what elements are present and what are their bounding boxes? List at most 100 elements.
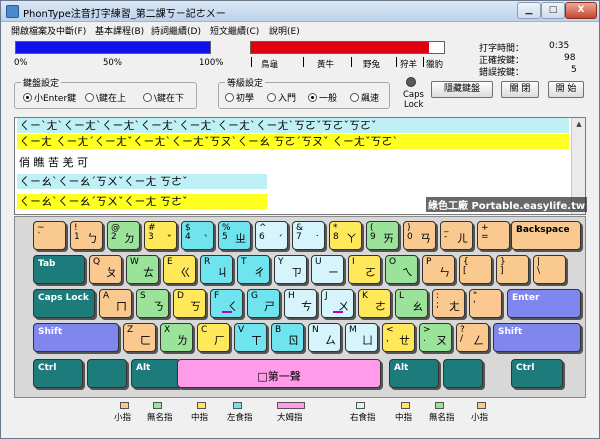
key-"'[interactable]: " ' bbox=[469, 289, 502, 318]
menu-basic-course[interactable]: 基本課程(B) bbox=[95, 24, 144, 37]
radio-small-enter[interactable]: 小Enter鍵 bbox=[23, 91, 76, 104]
key-S[interactable]: Sㄋ bbox=[136, 289, 169, 318]
key-K[interactable]: Kㄜ bbox=[358, 289, 391, 318]
key-1[interactable]: ~ ` bbox=[33, 221, 66, 250]
key-8[interactable]: & 7 ˙ bbox=[292, 221, 325, 250]
key-G[interactable]: Gㄕ bbox=[247, 289, 280, 318]
maximize-button[interactable]: □ bbox=[541, 2, 565, 19]
key-6[interactable]: % 5 ㄓ bbox=[218, 221, 251, 250]
key-N[interactable]: Nㄙ bbox=[308, 323, 341, 352]
key-F[interactable]: Fㄑ bbox=[210, 289, 243, 318]
key-X[interactable]: Xㄌ bbox=[160, 323, 193, 352]
tick-100: 100% bbox=[199, 58, 224, 68]
key-E[interactable]: Eㄍ bbox=[163, 255, 196, 284]
divider bbox=[396, 57, 397, 67]
key-5[interactable]: $ 4 ˋ bbox=[181, 221, 214, 250]
key-?/[interactable]: ? / ㄥ bbox=[456, 323, 489, 352]
wrong-label: 錯誤按鍵： bbox=[479, 68, 525, 78]
radio-backslash-bottom[interactable]: \鍵在下 bbox=[143, 91, 184, 104]
key-main-label: E bbox=[167, 257, 173, 267]
tab-key[interactable]: Tab bbox=[33, 255, 85, 284]
key-R[interactable]: Rㄐ bbox=[200, 255, 233, 284]
key-H[interactable]: Hㄘ bbox=[284, 289, 317, 318]
legend-label: 中指 bbox=[395, 413, 413, 423]
key-O[interactable]: Oㄟ bbox=[385, 255, 418, 284]
key-9[interactable]: * 8 ㄚ bbox=[329, 221, 362, 250]
key-M[interactable]: Mㄩ bbox=[345, 323, 378, 352]
key-|\[interactable]: | \ bbox=[533, 255, 566, 284]
key-Q[interactable]: Qㄆ bbox=[89, 255, 122, 284]
close-window-button[interactable]: X bbox=[565, 2, 597, 19]
key-C[interactable]: Cㄏ bbox=[197, 323, 230, 352]
key-V[interactable]: Vㄒ bbox=[234, 323, 267, 352]
right-alt-key[interactable]: Alt bbox=[389, 359, 439, 388]
backspace-key[interactable]: Backspace bbox=[511, 221, 581, 250]
radio-beginner[interactable]: 初學 bbox=[225, 91, 254, 104]
start-button[interactable]: 開 始 bbox=[548, 81, 584, 98]
key-Y[interactable]: Yㄗ bbox=[274, 255, 307, 284]
key-B[interactable]: Bㄖ bbox=[271, 323, 304, 352]
key-main-label: { [ bbox=[463, 257, 469, 276]
radio-normal[interactable]: 一般 bbox=[308, 91, 337, 104]
right-ctrl-key[interactable]: Ctrl bbox=[511, 359, 563, 388]
close-button[interactable]: 關 閉 bbox=[501, 81, 539, 98]
key-main-label: R bbox=[204, 257, 211, 267]
key-D[interactable]: Dㄎ bbox=[173, 289, 206, 318]
key-13[interactable]: + = bbox=[477, 221, 510, 250]
scroll-up-icon[interactable]: ▲ bbox=[573, 118, 585, 130]
key-Z[interactable]: Zㄈ bbox=[123, 323, 156, 352]
right-shift-key[interactable]: Shift bbox=[493, 323, 581, 352]
divider bbox=[351, 57, 352, 67]
key-L[interactable]: Lㄠ bbox=[395, 289, 428, 318]
key-}][interactable]: } ] bbox=[496, 255, 529, 284]
left-ctrl-key[interactable]: Ctrl bbox=[33, 359, 83, 388]
radio-dot bbox=[308, 93, 317, 102]
radio-entry[interactable]: 入門 bbox=[267, 91, 296, 104]
key-{[[interactable]: { [ bbox=[459, 255, 492, 284]
key-main-label: ( 9 bbox=[370, 223, 376, 242]
left-alt-key[interactable]: Alt bbox=[131, 359, 181, 388]
key-3[interactable]: @ 2 ㄉ bbox=[107, 221, 140, 250]
menu-file[interactable]: 開啟檔案及中斷(F) bbox=[11, 24, 86, 37]
key-12[interactable]: _ - ㄦ bbox=[440, 221, 473, 250]
key-zhuyin-label: ㄩ bbox=[362, 334, 373, 347]
key-I[interactable]: Iㄛ bbox=[348, 255, 381, 284]
key-11[interactable]: ) 0 ㄢ bbox=[403, 221, 436, 250]
key-A[interactable]: Aㄇ bbox=[99, 289, 132, 318]
key-main-label: _ - bbox=[444, 223, 449, 242]
key-J[interactable]: Jㄨ bbox=[321, 289, 354, 318]
key-zhuyin-label: ㄐ bbox=[217, 266, 228, 279]
key-W[interactable]: Wㄊ bbox=[126, 255, 159, 284]
text-line-4: ㄑㄧㄠˋㄑㄧㄠˊㄎㄨˇㄑㄧㄤ ㄎㄜˇ bbox=[17, 174, 267, 189]
hide-keyboard-button[interactable]: 隱藏鍵盤 bbox=[431, 81, 493, 98]
key-:;[interactable]: : ; ㄤ bbox=[432, 289, 465, 318]
home-row-marker bbox=[333, 311, 343, 313]
radio-speed[interactable]: 飆速 bbox=[350, 91, 379, 104]
key-7[interactable]: ^ 6 ˊ bbox=[255, 221, 288, 250]
level-item: 野兔 bbox=[363, 60, 381, 70]
key-main-label: ~ ` bbox=[37, 223, 45, 242]
legend-label: 小指 bbox=[471, 413, 489, 423]
left-shift-key[interactable]: Shift bbox=[33, 323, 119, 352]
menu-poetry[interactable]: 詩詞繼續(D) bbox=[151, 24, 201, 37]
menu-short-text[interactable]: 短文繼續(C) bbox=[210, 24, 259, 37]
caps-lock-key[interactable]: Caps Lock bbox=[33, 289, 95, 318]
left-win-key[interactable] bbox=[87, 359, 127, 388]
key-2[interactable]: ! 1 ㄅ bbox=[70, 221, 103, 250]
key-4[interactable]: # 3 ˇ bbox=[144, 221, 177, 250]
key-U[interactable]: Uㄧ bbox=[311, 255, 344, 284]
space-key[interactable]: □第一聲 bbox=[177, 359, 381, 388]
enter-key[interactable]: Enter bbox=[507, 289, 581, 318]
progress-bar-red-fill bbox=[251, 42, 429, 53]
key-label: Alt bbox=[394, 363, 409, 373]
key-10[interactable]: ( 9 ㄞ bbox=[366, 221, 399, 250]
minimize-button[interactable]: ▁ bbox=[517, 2, 541, 19]
radio-backslash-top[interactable]: \鍵在上 bbox=[85, 91, 126, 104]
key->.[interactable]: > . ㄡ bbox=[419, 323, 452, 352]
key-main-label: Y bbox=[278, 257, 284, 267]
key-T[interactable]: Tㄔ bbox=[237, 255, 270, 284]
key-<,[interactable]: < , ㄝ bbox=[382, 323, 415, 352]
key-P[interactable]: Pㄣ bbox=[422, 255, 455, 284]
menu-help[interactable]: 說明(E) bbox=[269, 24, 300, 37]
right-win-key[interactable] bbox=[443, 359, 483, 388]
